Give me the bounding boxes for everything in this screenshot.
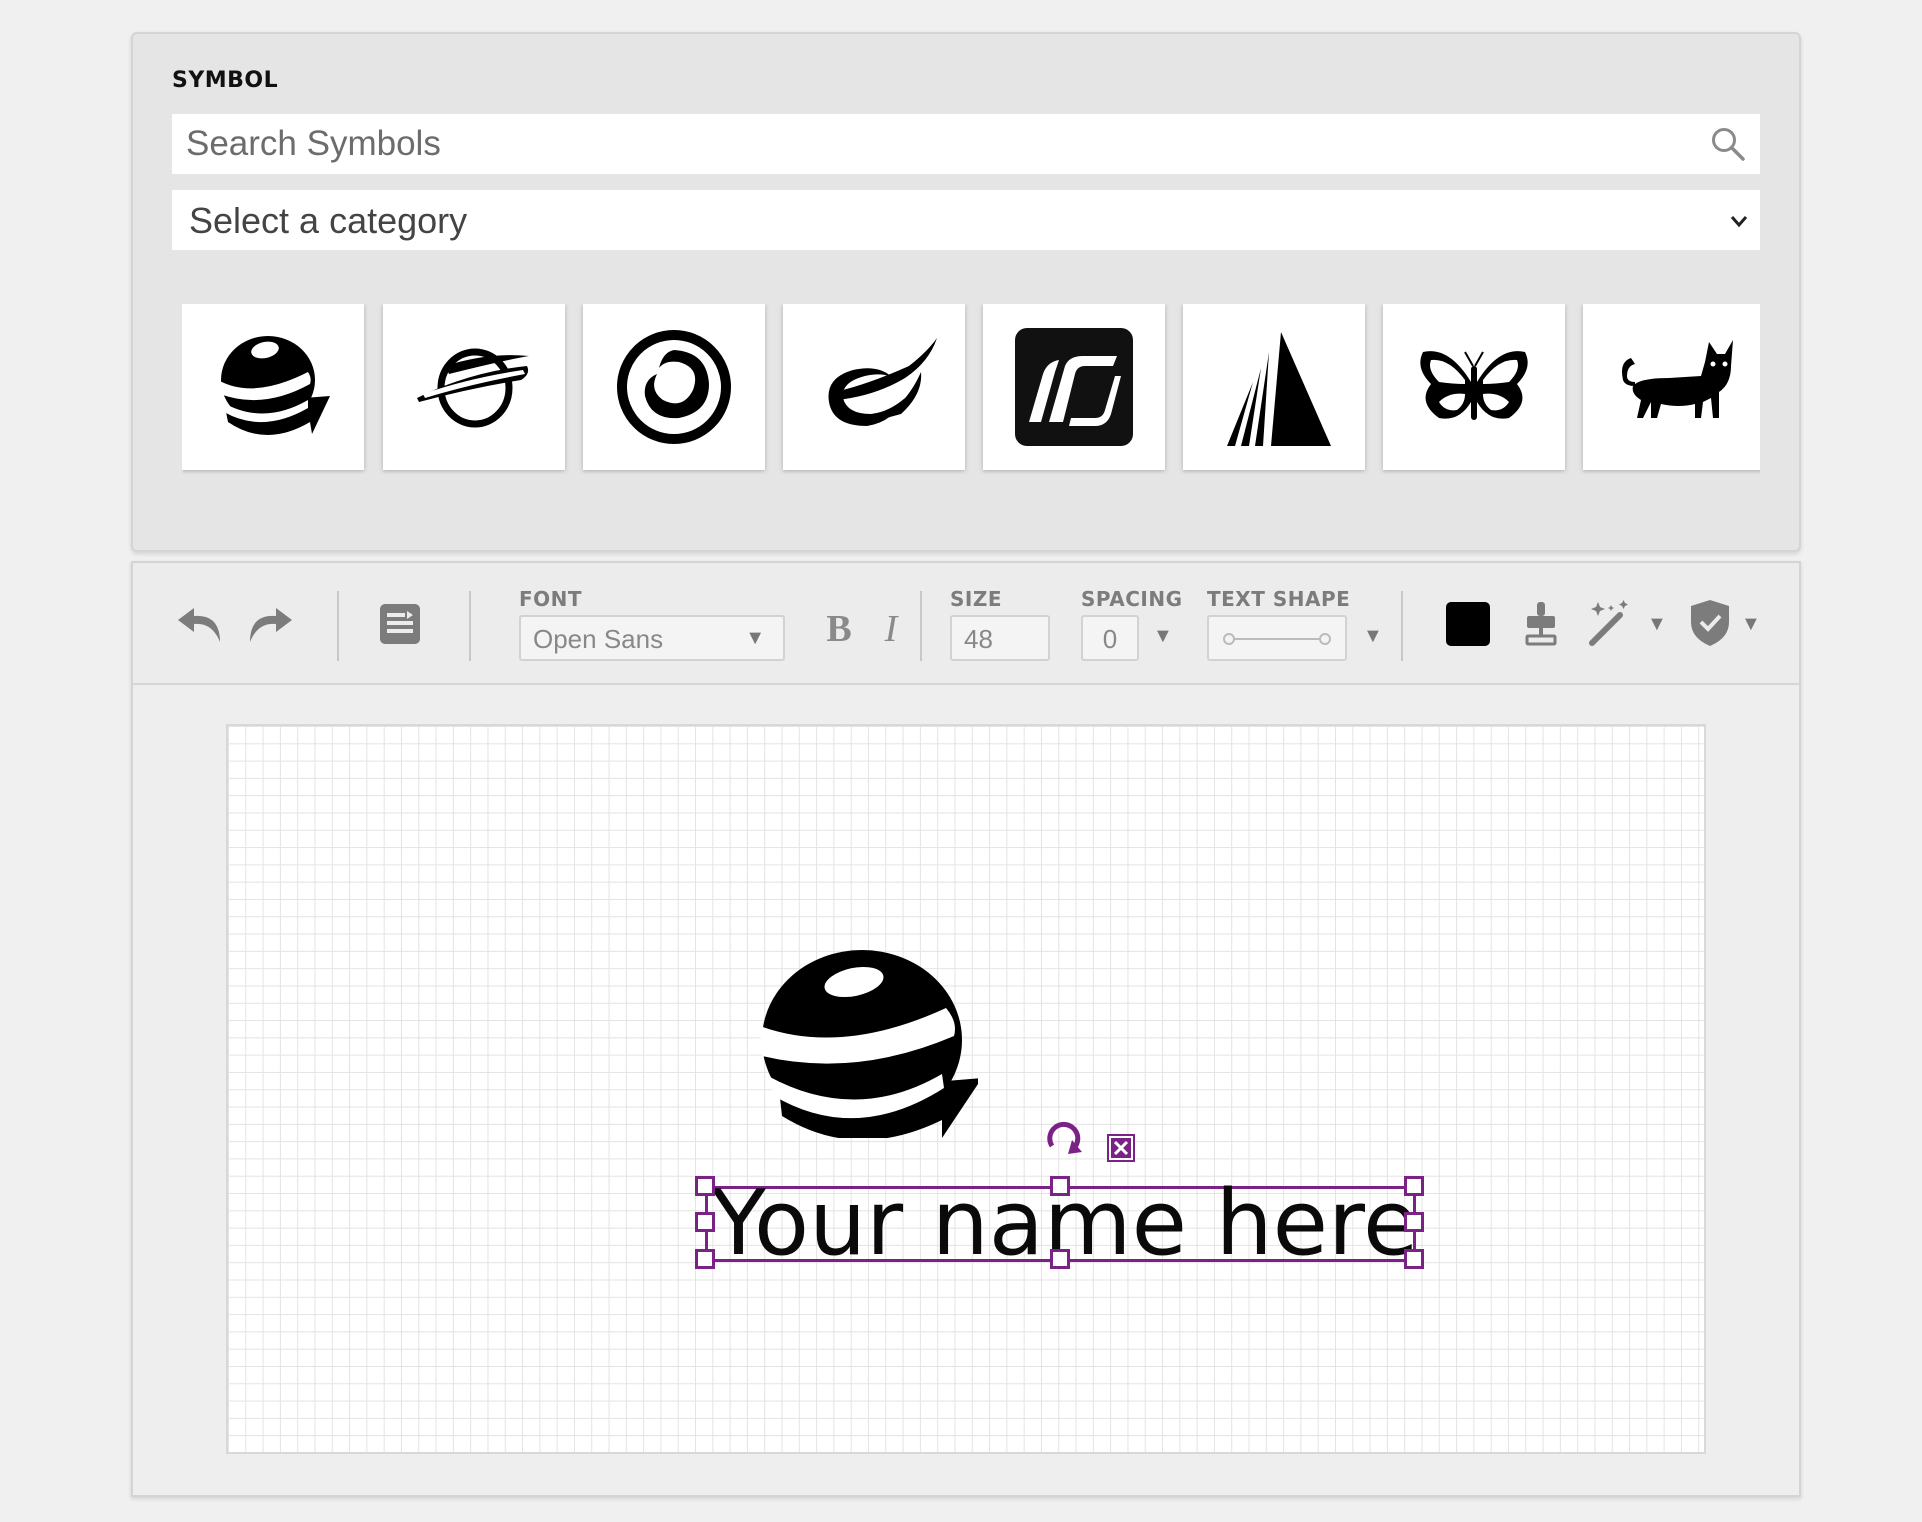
orbit-swoosh-icon [828,338,937,426]
text-lines-icon [380,604,420,644]
redo-button[interactable] [245,601,295,647]
shield-check-icon [1691,600,1729,646]
spacing-dropdown-icon[interactable]: ▼ [1153,625,1173,648]
search-icon[interactable] [1710,126,1746,162]
protect-button[interactable] [1685,597,1735,649]
rotate-handle-icon[interactable] [1044,1118,1084,1156]
text-align-button[interactable] [377,601,423,647]
protect-dropdown-icon[interactable]: ▼ [1741,613,1761,636]
resize-handle-right[interactable] [1404,1212,1424,1232]
undo-button[interactable] [175,601,225,647]
resize-handle-bottom[interactable] [1050,1249,1070,1269]
size-input[interactable]: 48 [950,615,1050,661]
search-input[interactable] [172,114,1682,174]
symbol-thumb[interactable] [1383,304,1565,470]
toolbar-divider [469,591,471,661]
globe-arrow-icon [218,336,330,435]
symbol-thumb[interactable] [983,304,1165,470]
symbol-search[interactable] [172,114,1760,174]
globe-arrow-icon[interactable] [746,948,978,1138]
text-shape-dropdown-icon[interactable]: ▼ [1363,625,1383,648]
resize-handle-left[interactable] [695,1212,715,1232]
resize-handle-bottom-right[interactable] [1404,1249,1424,1269]
font-value: Open Sans [533,624,664,654]
resize-handle-top-left[interactable] [695,1176,715,1196]
symbol-thumb[interactable] [1183,304,1365,470]
square-s-icon [1015,328,1133,446]
symbol-thumb[interactable] [583,304,765,470]
color-swatch [1446,602,1490,646]
spacing-input[interactable]: 0 [1081,615,1139,661]
straight-line-shape-icon [1223,633,1331,645]
toolbar-divider [1401,591,1403,661]
planet-swoosh-icon [417,348,529,428]
symbol-panel: SYMBOL Select a category [131,32,1801,552]
swirl-circle-icon [617,330,731,444]
symbol-gallery [182,304,1760,474]
caret-down-icon: ▼ [745,627,765,649]
italic-button[interactable]: I [873,607,909,651]
symbol-thumb[interactable] [1583,304,1760,470]
redo-icon [250,608,292,642]
symbol-heading: SYMBOL [172,68,279,93]
text-shape-label: TEXT SHAPE [1207,587,1351,611]
undo-icon [178,608,220,642]
font-select[interactable]: Open Sans ▼ [519,615,785,661]
resize-handle-top-right[interactable] [1404,1176,1424,1196]
triangle-stripes-icon [1227,332,1331,446]
symbol-thumb[interactable] [383,304,565,470]
symbol-thumb[interactable] [783,304,965,470]
cat-icon [1622,340,1733,418]
resize-handle-bottom-left[interactable] [695,1249,715,1269]
spacing-label: SPACING [1081,587,1183,611]
effects-dropdown-icon[interactable]: ▼ [1647,613,1667,636]
toolbar-divider [920,591,922,661]
font-label: FONT [519,587,583,611]
chevron-down-icon [1730,216,1748,228]
align-center-icon [1525,602,1557,646]
resize-handle-top[interactable] [1050,1176,1070,1196]
size-label: SIZE [950,587,1003,611]
symbol-thumb[interactable] [182,304,364,470]
bold-button[interactable]: B [821,607,857,651]
effects-button[interactable] [1585,597,1635,649]
toolbar-divider [337,591,339,661]
butterfly-icon [1420,351,1528,420]
text-shape-select[interactable] [1207,615,1347,661]
text-color-button[interactable] [1445,601,1491,647]
category-selected-value: Select a category [189,200,468,241]
delete-handle-icon[interactable] [1107,1134,1135,1162]
align-center-button[interactable] [1521,599,1561,649]
magic-wand-icon [1589,600,1628,646]
category-select[interactable]: Select a category [172,190,1760,250]
text-toolbar: FONT Open Sans ▼ B I SIZE 48 SPACING 0 ▼… [133,563,1799,685]
